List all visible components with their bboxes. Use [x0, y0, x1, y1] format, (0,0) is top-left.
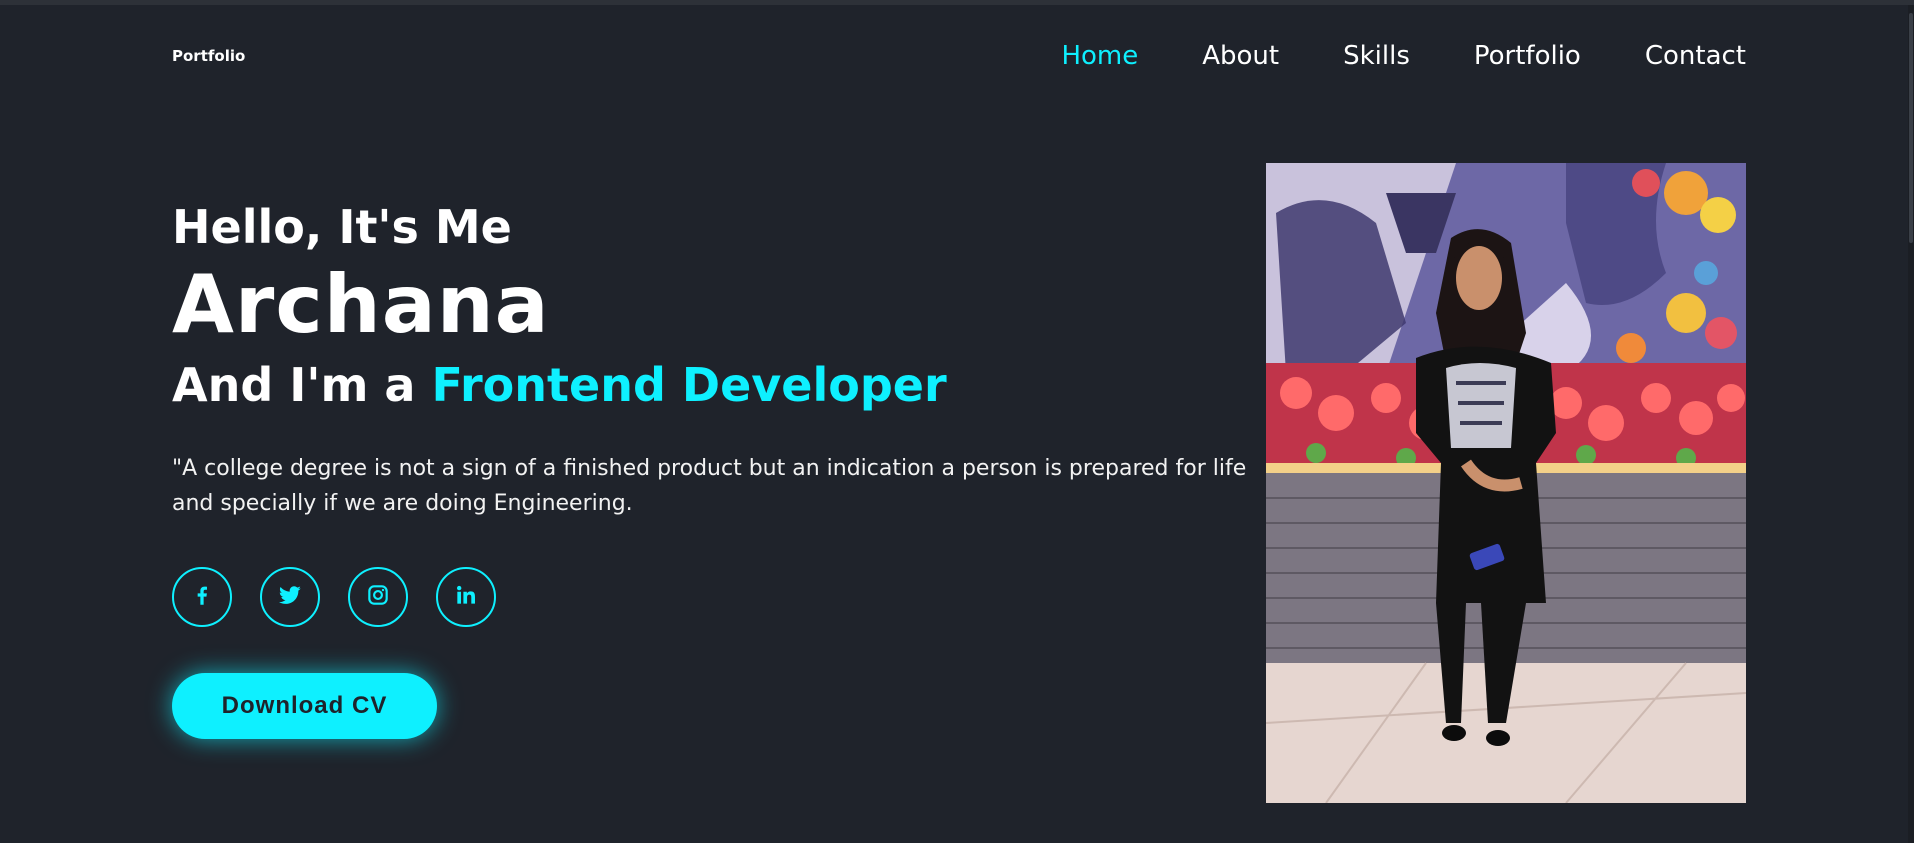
twitter-link[interactable]	[260, 567, 320, 628]
hero-name: Archana	[172, 258, 550, 352]
main-nav: Home About Skills Portfolio Contact	[1061, 41, 1746, 71]
role-prefix: And I'm a	[172, 358, 432, 413]
nav-about[interactable]: About	[1202, 41, 1279, 71]
nav-skills[interactable]: Skills	[1343, 41, 1410, 71]
profile-photo	[1266, 163, 1746, 803]
browser-top-border	[0, 0, 1914, 5]
linkedin-link[interactable]	[436, 567, 496, 628]
facebook-link[interactable]	[172, 567, 232, 628]
facebook-icon	[189, 582, 215, 612]
hero-section: Hello, It's Me Archana And I'm a Fronten…	[172, 200, 1262, 740]
scrollbar-thumb[interactable]	[1909, 13, 1913, 243]
social-links	[172, 567, 1262, 628]
instagram-link[interactable]	[348, 567, 408, 628]
twitter-icon	[277, 582, 303, 612]
site-header: Portfolio Home About Skills Portfolio Co…	[172, 36, 1746, 76]
greeting: Hello, It's Me	[172, 200, 512, 254]
role-line: And I'm a Frontend Developer	[172, 357, 1262, 415]
logo[interactable]: Portfolio	[172, 47, 245, 65]
scrollbar[interactable]	[1908, 5, 1914, 843]
role-highlight: Frontend Developer	[431, 358, 947, 413]
linkedin-icon	[453, 582, 479, 612]
nav-portfolio[interactable]: Portfolio	[1474, 41, 1581, 71]
nav-contact[interactable]: Contact	[1645, 41, 1746, 71]
download-cv-button[interactable]: Download CV	[172, 673, 437, 740]
hero-quote: "A college degree is not a sign of a fin…	[172, 455, 1247, 516]
instagram-icon	[365, 582, 391, 612]
nav-home[interactable]: Home	[1061, 41, 1138, 71]
